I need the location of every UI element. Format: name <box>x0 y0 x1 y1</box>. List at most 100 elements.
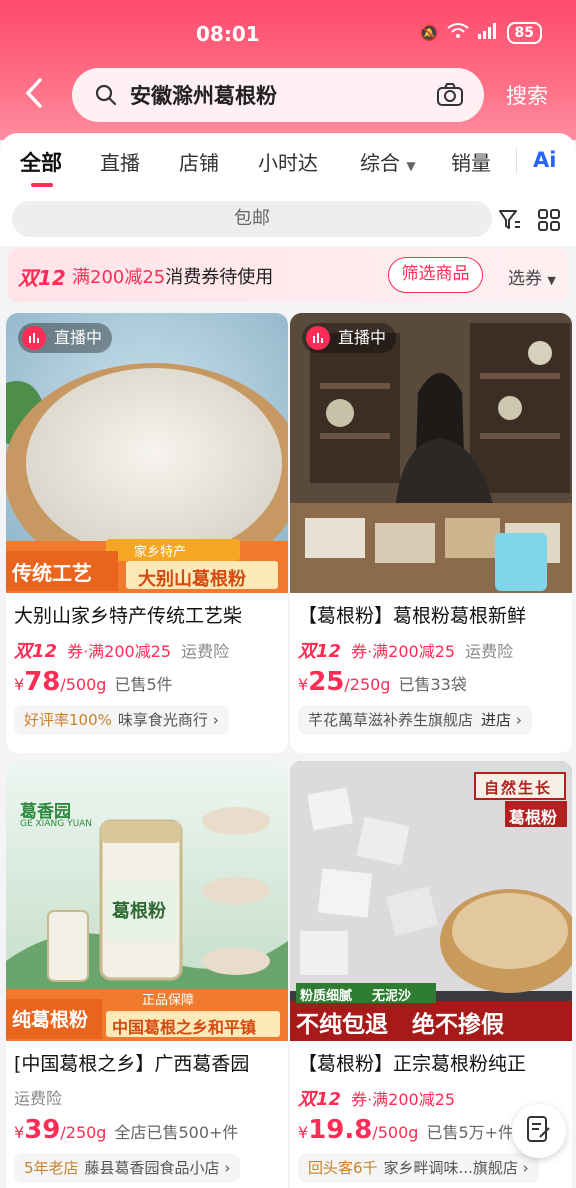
double12-tag: 双12 <box>298 1089 342 1110</box>
caret-down-icon: ▼ <box>406 159 416 173</box>
live-icon <box>22 326 46 350</box>
feedback-button[interactable] <box>512 1104 566 1158</box>
live-label: 直播中 <box>54 328 103 347</box>
badge-right: 大别山葛根粉 <box>138 569 246 590</box>
ai-icon[interactable]: Ai <box>533 148 556 172</box>
camera-icon[interactable] <box>436 82 464 112</box>
live-badge: 直播中 <box>302 323 397 353</box>
product-title: 大别山家乡特产传统工艺柴 <box>14 605 243 627</box>
grid-view-icon[interactable] <box>538 209 560 235</box>
chevron-right-icon: › <box>212 711 219 729</box>
chevron-right-icon: › <box>522 1159 529 1177</box>
coupon-tag: 券·满200减25 <box>351 1090 456 1109</box>
shop-link[interactable]: 回头客6千 家乡畔调味...旗舰店 › <box>298 1153 539 1183</box>
product-title: [中国葛根之乡】广西葛香园 <box>14 1053 250 1075</box>
live-badge: 直播中 <box>18 323 113 353</box>
badge-top: 家乡特产 <box>134 545 187 560</box>
badge-left: 传统工艺 <box>12 561 92 585</box>
product-title: 【葛根粉】正宗葛根粉纯正 <box>298 1053 527 1075</box>
double12-tag: 双12 <box>18 266 66 290</box>
tab-bar: 全部 直播 店铺 小时达 综合 ▼ 销量 <box>0 133 576 191</box>
product-image: 直播中 <box>290 313 572 593</box>
caret-down-icon: ▼ <box>547 274 556 287</box>
signal-icon <box>477 22 499 44</box>
select-coupon-label: 选券 <box>508 269 542 289</box>
coupon-desc: 消费券待使用 <box>165 267 274 288</box>
sold-count: 已售5万+件 <box>426 1123 515 1142</box>
coupon-text: 满200减25消费券待使用 <box>72 263 273 289</box>
shop-link[interactable]: 芊花萬草滋补养生旗舰店 进店 › <box>298 705 532 735</box>
shop-link[interactable]: 5年老店 藤县葛香园食品小店 › <box>14 1153 241 1183</box>
product-image: 葛香园 GE XIANG YUAN 葛根粉 纯葛根粉 正品保障 中国葛根之乡和平… <box>6 761 288 1041</box>
status-icons: 🔕 85 <box>420 22 542 44</box>
product-card[interactable]: 直播中 【葛根粉】葛根粉葛根新鲜 双12 券·满200减25 运费险 ¥25/250… <box>290 313 572 753</box>
shipping-insurance-tag: 运费险 <box>181 642 230 661</box>
price-symbol: ¥ <box>14 1123 25 1142</box>
shop-link[interactable]: 好评率100% 味享食光商行 › <box>14 705 229 735</box>
shop-name: 家乡畔调味...旗舰店 <box>383 1159 518 1177</box>
free-shipping-filter[interactable]: 包邮 <box>12 201 492 237</box>
wifi-icon <box>446 22 469 44</box>
price-value: 19.8 <box>308 1115 373 1145</box>
price-row: ¥78/500g 已售5件 <box>14 667 173 697</box>
select-coupon-dropdown[interactable]: 选券 ▼ <box>508 264 556 289</box>
filter-products-button[interactable]: 筛选商品 <box>388 257 483 293</box>
price-symbol: ¥ <box>298 1123 309 1142</box>
price-value: 78 <box>24 667 61 697</box>
search-query: 安徽滁州葛根粉 <box>130 84 277 108</box>
tab-hourly[interactable]: 小时达 <box>258 147 318 176</box>
coupon-amount: 满200减25 <box>72 267 166 288</box>
price-unit: /500g <box>372 1123 419 1142</box>
live-label: 直播中 <box>338 328 387 347</box>
badge-right: 中国葛根之乡和平镇 <box>112 1018 257 1037</box>
badge-top: 正品保障 <box>142 993 195 1008</box>
chevron-right-icon: › <box>224 1159 231 1177</box>
tab-comprehensive-label: 综合 <box>360 151 400 175</box>
product-label: 葛根粉 <box>509 808 558 827</box>
live-icon <box>306 326 330 350</box>
price-value: 25 <box>308 667 345 697</box>
price-unit: /500g <box>60 675 107 694</box>
filter-icon[interactable] <box>498 209 522 235</box>
status-bar: 08:01 🔕 85 <box>0 20 576 50</box>
tab-shops[interactable]: 店铺 <box>179 147 219 176</box>
promo-row: 双12 券·满200减25 <box>298 1085 455 1111</box>
price-symbol: ¥ <box>14 675 25 694</box>
tab-comprehensive[interactable]: 综合 ▼ <box>360 147 416 176</box>
search-input[interactable]: 安徽滁州葛根粉 <box>72 68 484 122</box>
shop-name: 藤县葛香园食品小店 <box>84 1159 220 1177</box>
price-unit: /250g <box>344 675 391 694</box>
fine-powder-tag: 粉质细腻 <box>300 989 353 1004</box>
active-tab-indicator <box>31 183 53 187</box>
coupon-banner: 双12 满200减25消费券待使用 筛选商品 选券 ▼ <box>8 248 568 302</box>
natural-label: 自然生长 <box>484 779 553 797</box>
shipping-insurance-tag: 运费险 <box>14 1089 63 1108</box>
shop-badge: 5年老店 <box>24 1159 79 1177</box>
mute-icon: 🔕 <box>419 24 439 42</box>
price-value: 39 <box>24 1115 61 1145</box>
shop-name: 芊花萬草滋补养生旗舰店 <box>308 711 474 729</box>
product-image: 自然生长 葛根粉 粉质细腻 无泥沙 不纯包退 绝不掺假 <box>290 761 572 1041</box>
promo-row: 双12 券·满200减25 运费险 <box>14 637 229 663</box>
tab-sales[interactable]: 销量 <box>451 147 491 176</box>
brand-english: GE XIANG YUAN <box>20 819 93 829</box>
tab-live[interactable]: 直播 <box>100 147 140 176</box>
sold-count: 已售33袋 <box>398 675 467 694</box>
sold-count: 已售5件 <box>114 675 173 694</box>
shipping-insurance-tag: 运费险 <box>465 642 514 661</box>
header: 08:01 🔕 85 安徽滁州葛根粉 搜索 <box>0 0 576 140</box>
tab-all[interactable]: 全部 <box>20 147 62 177</box>
edit-note-icon <box>526 1115 552 1147</box>
product-card[interactable]: 直播中 传统工艺 家乡特产 大别山葛根粉 大别山家乡特产传统工艺柴 双12 券·满… <box>6 313 288 753</box>
search-icon <box>94 83 118 111</box>
search-button[interactable]: 搜索 <box>506 80 548 110</box>
product-image: 直播中 传统工艺 家乡特产 大别山葛根粉 <box>6 313 288 593</box>
chevron-right-icon: › <box>515 711 522 729</box>
shop-badge: 好评率100% <box>24 711 112 729</box>
promo-row: 双12 券·满200减25 运费险 <box>298 637 513 663</box>
promo-row: 运费险 <box>14 1085 62 1109</box>
product-card[interactable]: 葛香园 GE XIANG YUAN 葛根粉 纯葛根粉 正品保障 中国葛根之乡和平… <box>6 761 288 1188</box>
price-symbol: ¥ <box>298 675 309 694</box>
back-button[interactable] <box>22 78 48 108</box>
shop-badge: 回头客6千 <box>308 1159 378 1177</box>
